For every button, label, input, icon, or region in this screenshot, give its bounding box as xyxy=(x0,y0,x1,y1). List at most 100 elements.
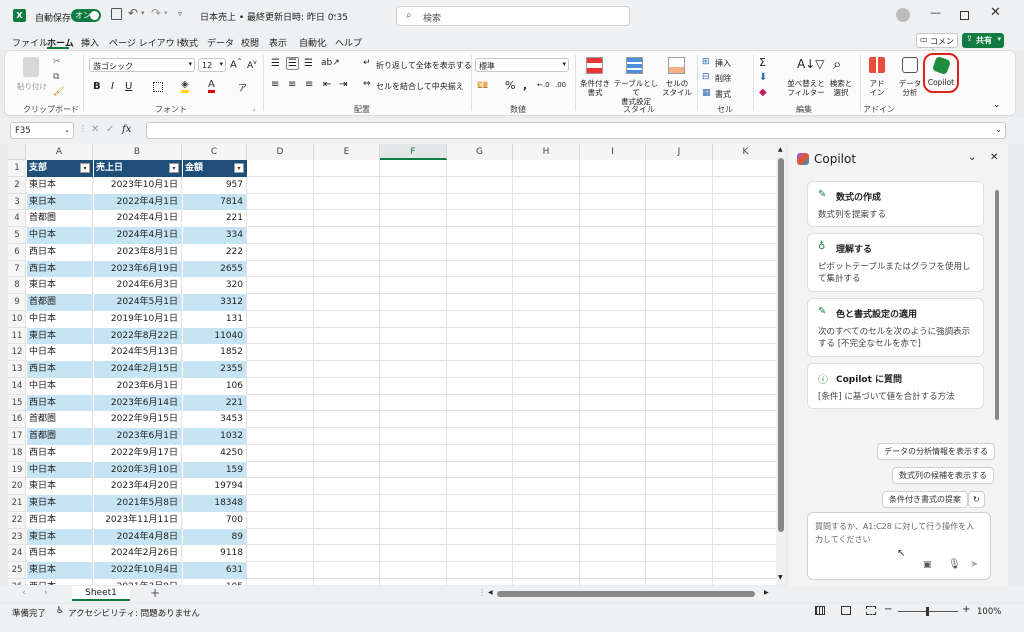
chat-input-box[interactable]: 質問するか、A1:C28 に対して行う操作を入力してください ↖ ▣ 🎙 ➤ xyxy=(807,512,991,580)
copy-icon[interactable]: ⧉ xyxy=(53,72,59,82)
account-avatar-icon[interactable] xyxy=(896,8,910,22)
redo-icon[interactable]: ↷ xyxy=(151,6,161,20)
prompt-chip[interactable]: データの分析情報を表示する xyxy=(877,443,995,460)
column-header-b[interactable]: B xyxy=(93,144,182,160)
add-sheet-icon[interactable]: + xyxy=(150,586,160,600)
row-header[interactable]: 23 xyxy=(8,528,26,546)
copilot-button[interactable]: Copilot xyxy=(923,53,959,93)
table-cell[interactable]: 2655 xyxy=(183,260,246,278)
pane-options-icon[interactable]: ⌄ xyxy=(968,152,976,163)
table-cell[interactable]: 320 xyxy=(183,277,246,294)
row-header[interactable]: 19 xyxy=(8,461,26,479)
paste-button[interactable]: 貼り付け xyxy=(15,55,47,101)
table-cell[interactable]: 334 xyxy=(183,227,246,244)
vertical-scrollbar[interactable]: ▲ ▼ xyxy=(776,144,786,585)
name-box[interactable]: F35 ⌄ xyxy=(10,122,74,139)
refresh-button[interactable]: ↻ xyxy=(968,491,985,508)
autosave-toggle[interactable]: オン xyxy=(71,9,101,22)
table-cell[interactable]: 7814 xyxy=(183,193,246,211)
number-format-select[interactable]: 標準 ▾ xyxy=(475,58,569,72)
send-icon[interactable]: ➤ xyxy=(970,559,978,570)
data-analysis-button[interactable]: データ 分析 xyxy=(897,55,923,101)
table-cell[interactable]: 東日本 xyxy=(27,478,92,495)
page-layout-view-icon[interactable] xyxy=(841,606,851,615)
table-cell[interactable]: 2022年10月4日 xyxy=(94,562,181,579)
row-header[interactable]: 12 xyxy=(8,344,26,361)
document-title[interactable]: 日本売上 • 最終更新日時: 昨日 0:35 xyxy=(200,10,348,23)
table-cell[interactable]: 中日本 xyxy=(27,344,92,361)
tab-help[interactable]: ヘルプ xyxy=(335,36,362,49)
row-header[interactable]: 11 xyxy=(8,327,26,345)
table-cell[interactable]: 2024年5月1日 xyxy=(94,294,181,311)
row-header[interactable]: 2 xyxy=(8,176,26,194)
row-header[interactable]: 3 xyxy=(8,193,26,211)
table-cell[interactable]: 105 xyxy=(183,578,246,585)
decrease-font-icon[interactable]: Av xyxy=(247,59,257,71)
row-header[interactable]: 25 xyxy=(8,562,26,579)
table-cell[interactable]: 700 xyxy=(183,511,246,529)
format-cells-icon[interactable]: ▦ xyxy=(702,88,711,98)
row-header[interactable]: 15 xyxy=(8,394,26,412)
prompt-chip[interactable]: 条件付き書式の提案 xyxy=(882,491,968,508)
next-sheet-icon[interactable]: › xyxy=(44,588,48,598)
orientation-icon[interactable]: ab↗ xyxy=(321,58,340,68)
column-header-c[interactable]: C xyxy=(182,144,247,160)
increase-decimal-icon[interactable]: ←.0 xyxy=(537,81,550,89)
merge-center-icon[interactable]: ⇔ xyxy=(363,79,371,89)
table-cell[interactable]: 中日本 xyxy=(27,227,92,244)
decrease-indent-icon[interactable]: ⇤ xyxy=(323,79,331,90)
row-header[interactable]: 24 xyxy=(8,545,26,562)
tab-formulas[interactable]: 数式 xyxy=(180,36,198,49)
zoom-in-icon[interactable]: + xyxy=(962,604,970,615)
formula-input[interactable]: ⌄ xyxy=(146,122,1006,139)
customize-qat-icon[interactable]: ▿ xyxy=(178,9,182,18)
table-cell[interactable]: 1852 xyxy=(183,344,246,361)
table-cell[interactable]: 2023年11月11日 xyxy=(94,511,181,529)
tab-data[interactable]: データ xyxy=(207,36,234,49)
table-cell[interactable]: 中日本 xyxy=(27,377,92,395)
table-cell[interactable]: 2022年8月22日 xyxy=(94,327,181,345)
fill-icon[interactable]: ⬇ xyxy=(759,72,767,83)
table-cell[interactable]: 西日本 xyxy=(27,394,92,412)
horizontal-scroll-thumb[interactable] xyxy=(497,591,755,597)
tab-automate[interactable]: 自動化 xyxy=(299,36,326,49)
table-cell[interactable]: 2023年8月1日 xyxy=(94,243,181,261)
addins-button[interactable]: アド イン xyxy=(863,55,891,101)
ribbon-collapse-icon[interactable]: ⌄ xyxy=(993,100,1001,110)
insert-function-icon[interactable]: fx xyxy=(122,124,131,135)
confirm-entry-icon[interactable]: ✓ xyxy=(106,124,114,135)
align-left-icon[interactable]: ≡ xyxy=(271,79,279,90)
table-cell[interactable]: 中日本 xyxy=(27,310,92,328)
tab-split-handle-icon[interactable]: ⋮ xyxy=(478,588,486,597)
zoom-slider-thumb[interactable] xyxy=(926,607,929,616)
italic-icon[interactable]: I xyxy=(111,81,114,92)
merge-center-button[interactable]: セルを結合して中央揃え xyxy=(376,81,464,92)
cancel-entry-icon[interactable]: ✕ xyxy=(91,124,99,135)
cut-icon[interactable]: ✂ xyxy=(53,57,61,67)
table-cell[interactable]: 2024年2月15日 xyxy=(94,361,181,378)
table-cell[interactable]: 2024年6月3日 xyxy=(94,277,181,294)
row-header[interactable]: 17 xyxy=(8,428,26,445)
close-icon[interactable]: ✕ xyxy=(990,5,1001,20)
row-header[interactable]: 9 xyxy=(8,294,26,311)
accessibility-icon[interactable]: ♿ xyxy=(56,606,64,616)
table-cell[interactable]: 西日本 xyxy=(27,243,92,261)
column-header-j[interactable]: J xyxy=(646,144,713,160)
format-cells-button[interactable]: 書式 xyxy=(715,89,731,100)
align-right-icon[interactable]: ≡ xyxy=(305,79,313,90)
zoom-level[interactable]: 100% xyxy=(977,607,1001,617)
font-dialog-launcher-icon[interactable]: ⌟ xyxy=(252,104,255,112)
table-cell[interactable]: 首都圏 xyxy=(27,411,92,428)
align-bottom-icon[interactable]: ☰ xyxy=(304,58,313,69)
tab-review[interactable]: 校閲 xyxy=(241,36,259,49)
table-cell[interactable]: 東日本 xyxy=(27,277,92,294)
title-dropdown-icon[interactable]: ⌄ xyxy=(331,9,338,18)
table-cell[interactable]: 西日本 xyxy=(27,444,92,462)
table-cell[interactable]: 2355 xyxy=(183,361,246,378)
page-break-view-icon[interactable] xyxy=(866,606,876,615)
table-cell[interactable]: 西日本 xyxy=(27,578,92,585)
table-cell[interactable]: 957 xyxy=(183,176,246,194)
table-cell[interactable]: 2023年6月1日 xyxy=(94,428,181,445)
suggestion-card[interactable]: ✎ 数式の作成 数式列を提案する xyxy=(807,181,984,227)
delete-cells-icon[interactable]: ⊟ xyxy=(702,72,710,82)
